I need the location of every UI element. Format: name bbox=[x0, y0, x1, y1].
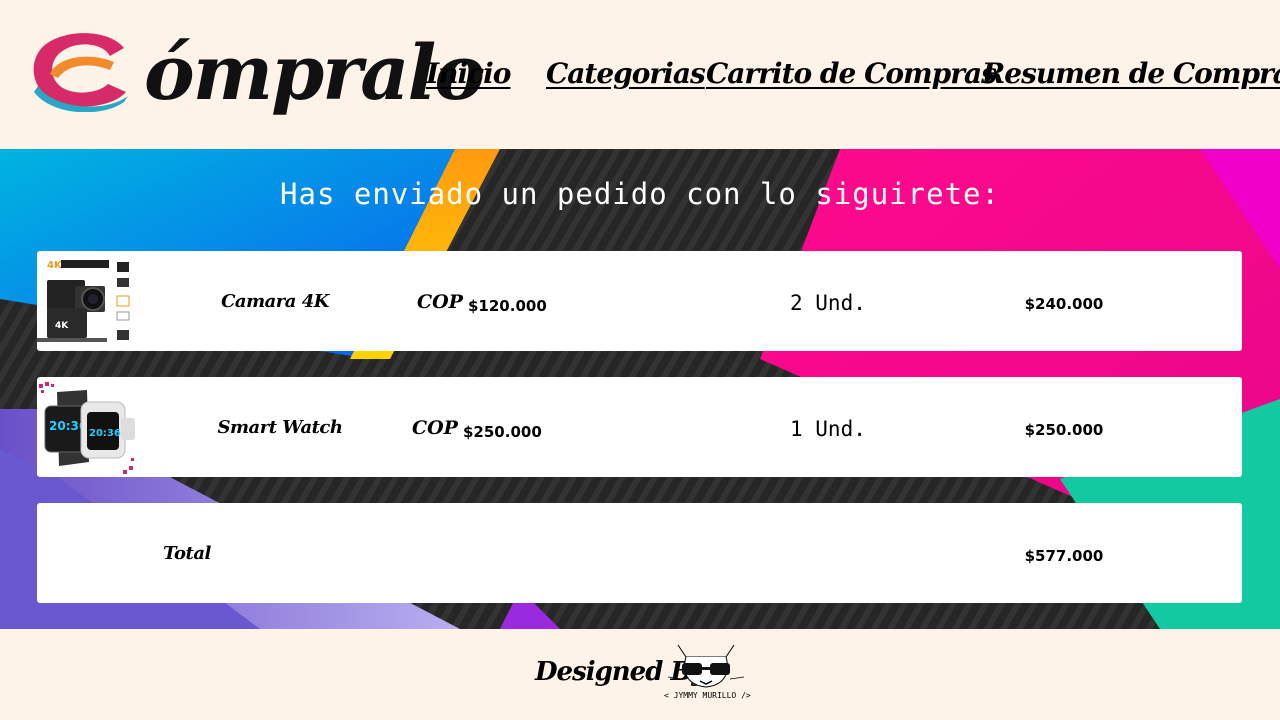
svg-text:4K: 4K bbox=[47, 260, 63, 271]
item-quantity: 1 Und. bbox=[790, 417, 866, 441]
item-subtotal: $250.000 bbox=[1024, 421, 1104, 439]
nav-inicio[interactable]: Inicio bbox=[426, 54, 511, 94]
item-quantity: 2 Und. bbox=[790, 291, 866, 315]
item-price: $250.000 bbox=[463, 423, 542, 441]
nav-categorias[interactable]: Categorias bbox=[546, 54, 706, 94]
total-label: Total bbox=[163, 543, 211, 564]
order-item-row: 4K 4K Camara 4K COP $120.000 2 Und. $240… bbox=[37, 251, 1242, 351]
action-camera-image: 4K 4K bbox=[37, 256, 137, 348]
total-value: $577.000 bbox=[1024, 547, 1104, 565]
brand-logo[interactable]: ómpralo bbox=[28, 22, 485, 142]
item-price: $120.000 bbox=[468, 297, 547, 315]
site-footer: Designed By < JYMMY MURILLO /> bbox=[0, 629, 1280, 720]
item-subtotal: $240.000 bbox=[1024, 295, 1104, 313]
item-name: Smart Watch bbox=[217, 417, 343, 438]
order-summary-section: Has enviado un pedido con lo siguirete: … bbox=[0, 149, 1280, 629]
item-currency: COP bbox=[412, 417, 458, 439]
order-total-row: Total $577.000 bbox=[37, 503, 1242, 603]
cat-sunglasses-icon bbox=[667, 644, 745, 688]
logo-c-icon bbox=[33, 33, 128, 112]
smartwatch-image: 20:36 20:36 bbox=[37, 382, 137, 474]
order-item-row: 20:36 20:36 Smart Watch COP $250.000 1 U… bbox=[37, 377, 1242, 477]
order-heading: Has enviado un pedido con lo siguirete: bbox=[280, 177, 1000, 211]
svg-text:4K: 4K bbox=[55, 321, 69, 331]
item-currency: COP bbox=[417, 291, 463, 313]
svg-text:20:36: 20:36 bbox=[89, 428, 121, 439]
nav-resumen[interactable]: Resumen de Compras bbox=[982, 54, 1280, 94]
item-name: Camara 4K bbox=[221, 291, 329, 312]
nav-carrito[interactable]: Carrito de Compras bbox=[706, 54, 997, 94]
signature-text: < JYMMY MURILLO /> bbox=[664, 691, 751, 700]
site-header: ómpralo Inicio Categorias Carrito de Com… bbox=[0, 0, 1280, 149]
